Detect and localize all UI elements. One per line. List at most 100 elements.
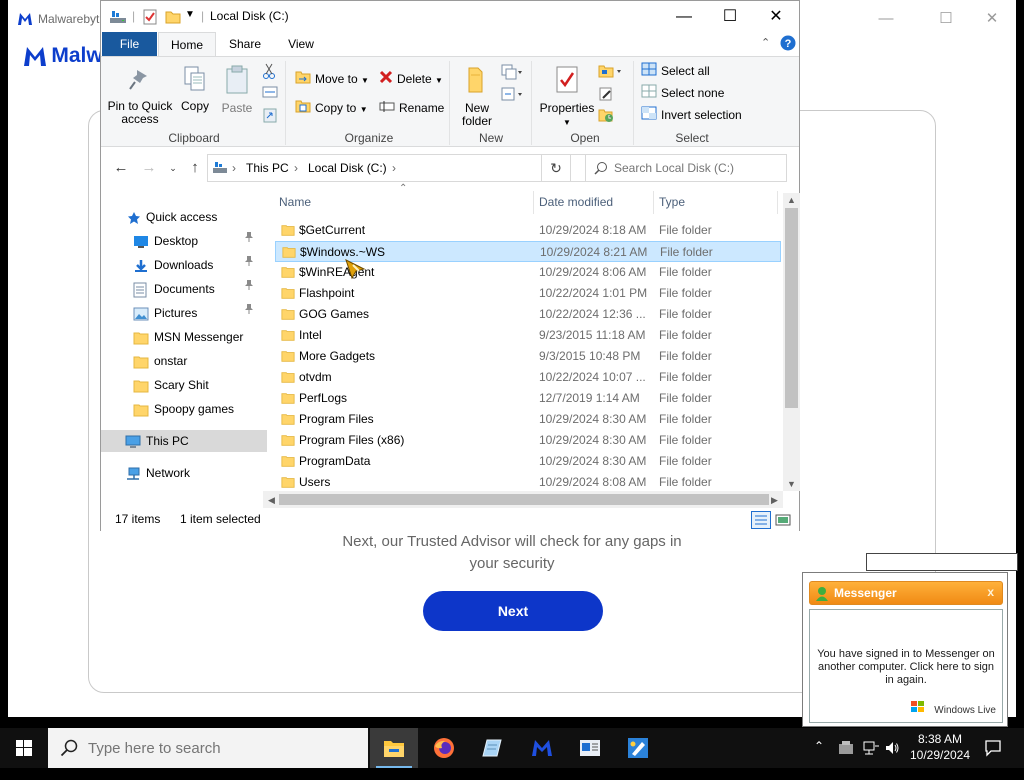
taskbar-file-explorer[interactable] — [370, 728, 418, 768]
invert-selection-button[interactable]: Invert selection — [641, 105, 742, 125]
close-button[interactable]: ✕ — [972, 8, 1012, 30]
nav-item-desktop[interactable]: Desktop — [101, 230, 267, 252]
table-row[interactable]: PerfLogs 12/7/2019 1:14 AM File folder — [275, 388, 781, 409]
ribbon-collapse-icon[interactable]: ⌃ — [761, 36, 770, 49]
forward-arrow-icon[interactable]: → — [139, 158, 159, 178]
nav-item-onstar[interactable]: onstar — [101, 350, 267, 372]
large-icons-view-icon[interactable] — [773, 511, 793, 529]
clock[interactable]: 8:38 AM 10/29/2024 — [902, 731, 978, 763]
nav-item-spoopy-games[interactable]: Spoopy games — [101, 398, 267, 420]
paste-shortcut-icon[interactable] — [263, 107, 277, 126]
refresh-icon[interactable]: ↻ — [541, 154, 571, 182]
tab-file[interactable]: File — [102, 32, 157, 56]
scroll-up-arrow-icon[interactable]: ▲ — [783, 193, 800, 207]
column-header-name[interactable]: Name — [279, 189, 311, 216]
column-header-type[interactable]: Type — [659, 189, 685, 216]
table-row[interactable]: Flashpoint 10/22/2024 1:01 PM File folder — [275, 283, 781, 304]
table-row[interactable]: ProgramData 10/29/2024 8:30 AM File folder — [275, 451, 781, 472]
column-header-date[interactable]: Date modified — [539, 189, 613, 216]
easy-access-icon[interactable] — [501, 86, 523, 105]
nav-item-pictures[interactable]: Pictures — [101, 302, 267, 324]
search-input[interactable] — [612, 159, 782, 177]
search-box[interactable] — [585, 154, 787, 182]
nav-network[interactable]: Network — [101, 462, 267, 484]
nav-item-documents[interactable]: Documents — [101, 278, 267, 300]
explorer-close-button[interactable]: ✕ — [753, 1, 799, 32]
nav-quick-access[interactable]: Quick access — [101, 206, 267, 228]
copy-path-icon[interactable] — [262, 86, 278, 101]
address-bar[interactable]: › This PC › Local Disk (C:) › ⌄ — [207, 154, 641, 182]
minimize-button[interactable]: — — [866, 8, 906, 30]
table-row[interactable]: More Gadgets 9/3/2015 10:48 PM File folder — [275, 346, 781, 367]
breadcrumb-this-pc[interactable]: This PC — [246, 161, 289, 175]
nav-item-msn-messenger[interactable]: MSN Messenger — [101, 326, 267, 348]
nav-item-downloads[interactable]: Downloads — [101, 254, 267, 276]
taskbar-paint[interactable] — [614, 728, 662, 768]
delete-button[interactable]: Delete ▼ — [379, 69, 443, 89]
next-button[interactable]: Next — [423, 591, 603, 631]
column-divider[interactable] — [653, 191, 654, 214]
paste-button[interactable]: Paste — [219, 65, 255, 115]
properties-button[interactable]: Properties ▼ — [539, 65, 595, 129]
history-icon[interactable] — [598, 107, 614, 126]
messenger-body[interactable]: You have signed in to Messenger on anoth… — [809, 609, 1003, 723]
tab-view[interactable]: View — [277, 32, 325, 56]
table-row[interactable]: GOG Games 10/22/2024 12:36 ... File folder — [275, 304, 781, 325]
select-none-button[interactable]: Select none — [641, 83, 724, 103]
taskbar-search-input[interactable] — [86, 737, 356, 759]
rename-button[interactable]: Rename — [379, 98, 444, 118]
cut-icon[interactable] — [262, 63, 276, 82]
edit-icon[interactable] — [598, 86, 614, 105]
start-button[interactable] — [0, 728, 48, 768]
new-folder-qat-icon[interactable] — [165, 9, 181, 25]
new-folder-button[interactable]: New folder — [457, 65, 497, 128]
explorer-maximize-button[interactable]: ☐ — [707, 1, 753, 32]
column-divider[interactable] — [533, 191, 534, 214]
copy-button[interactable]: Copy — [177, 65, 213, 113]
tray-network-icon[interactable] — [862, 740, 880, 780]
tab-share[interactable]: Share — [221, 32, 269, 56]
horizontal-scrollbar[interactable]: ◀ ▶ — [263, 491, 783, 508]
open-icon[interactable] — [598, 64, 624, 81]
taskbar-malwarebytes[interactable] — [518, 728, 566, 768]
nav-item-scary-shit[interactable]: Scary Shit — [101, 374, 267, 396]
messenger-close-icon[interactable]: x — [987, 585, 994, 599]
messenger-notification[interactable]: Messenger x You have signed in to Messen… — [802, 572, 1008, 727]
taskbar-news[interactable] — [566, 728, 614, 768]
recent-locations-chevron-icon[interactable]: ⌄ — [163, 158, 183, 178]
tray-volume-icon[interactable] — [884, 740, 900, 780]
notifications-icon[interactable] — [984, 739, 1002, 779]
up-arrow-icon[interactable]: ↑ — [185, 158, 205, 178]
maximize-button[interactable]: ☐ — [926, 8, 966, 30]
back-arrow-icon[interactable]: ← — [111, 158, 131, 178]
details-view-icon[interactable] — [751, 511, 771, 529]
select-all-button[interactable]: Select all — [641, 61, 710, 81]
messenger-message[interactable]: You have signed in to Messenger on anoth… — [816, 648, 996, 687]
horizontal-scroll-thumb[interactable] — [279, 494, 769, 505]
table-row[interactable]: Users 10/29/2024 8:08 AM File folder — [275, 472, 781, 491]
table-row[interactable]: Program Files (x86) 10/29/2024 8:30 AM Fil… — [275, 430, 781, 451]
breadcrumb-local-disk[interactable]: Local Disk (C:) — [308, 161, 387, 175]
taskbar-firefox[interactable] — [420, 728, 468, 768]
explorer-minimize-button[interactable]: — — [661, 1, 707, 32]
tray-network-folder-icon[interactable] — [838, 740, 854, 780]
pin-to-quick-access-button[interactable]: Pin to Quick access — [107, 67, 173, 126]
help-icon[interactable]: ? — [780, 35, 796, 51]
scroll-down-arrow-icon[interactable]: ▼ — [783, 477, 800, 491]
move-to-button[interactable]: Move to ▼ — [295, 69, 369, 89]
taskbar-notepad[interactable] — [468, 728, 516, 768]
scroll-left-arrow-icon[interactable]: ◀ — [263, 493, 280, 507]
nav-this-pc[interactable]: This PC — [101, 430, 267, 452]
table-row[interactable]: $GetCurrent 10/29/2024 8:18 AM File folder — [275, 220, 781, 241]
tray-chevron-up-icon[interactable]: ⌃ — [814, 739, 824, 779]
new-item-icon[interactable] — [501, 64, 523, 83]
vertical-scroll-thumb[interactable] — [785, 208, 798, 408]
tab-home[interactable]: Home — [158, 32, 216, 56]
copy-to-button[interactable]: Copy to ▼ — [295, 98, 368, 118]
customize-qat-icon[interactable]: ▼ — [185, 9, 195, 25]
column-divider[interactable] — [777, 191, 778, 214]
scroll-right-arrow-icon[interactable]: ▶ — [766, 493, 783, 507]
table-row[interactable]: Program Files 10/29/2024 8:30 AM File fold… — [275, 409, 781, 430]
vertical-scrollbar[interactable]: ▲ ▼ — [783, 193, 800, 491]
table-row[interactable]: otvdm 10/22/2024 10:07 ... File folder — [275, 367, 781, 388]
